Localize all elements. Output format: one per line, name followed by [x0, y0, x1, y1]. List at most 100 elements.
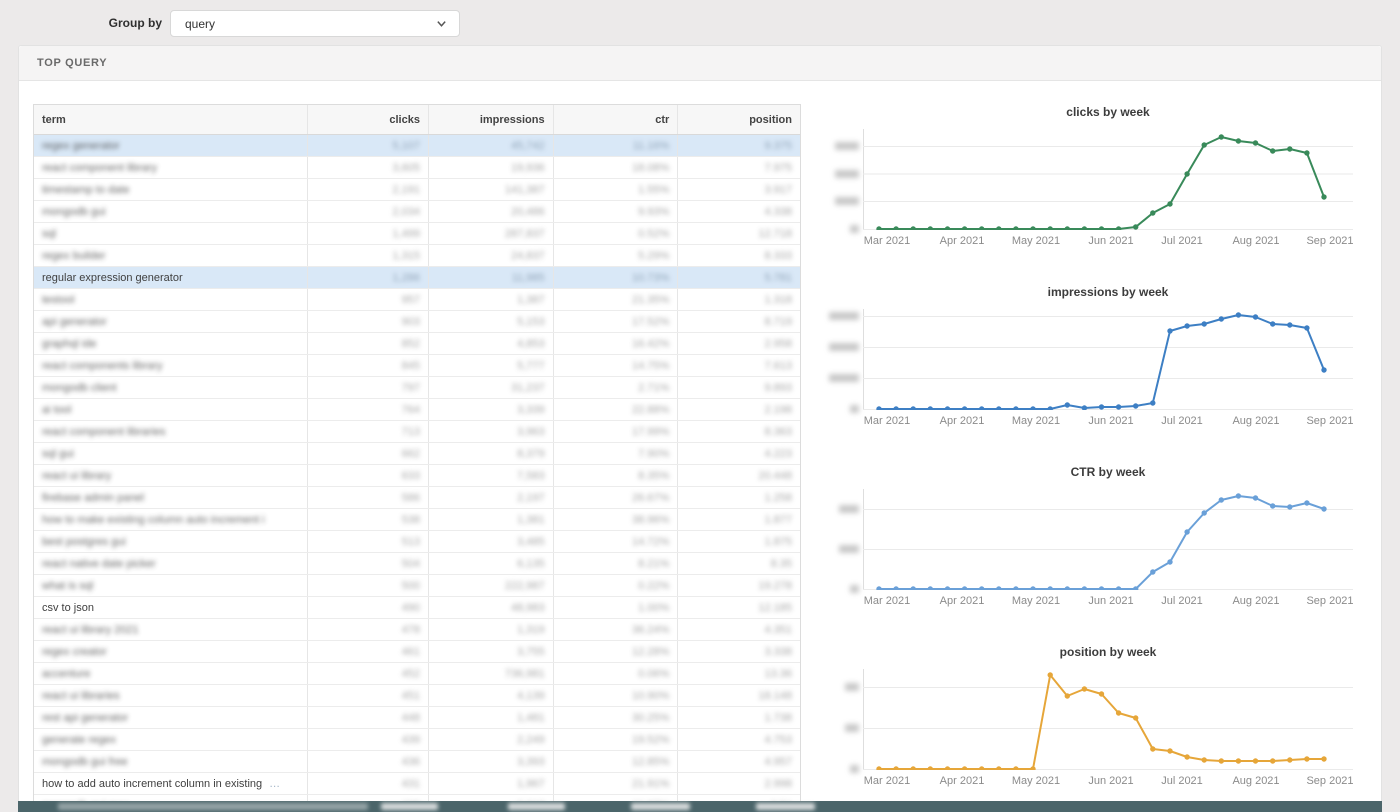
value-cell: 3,339 — [429, 399, 554, 420]
table-row[interactable]: react ui library6337,5838.35%20.448 — [34, 465, 800, 487]
value-cell: 14.72% — [554, 531, 679, 552]
value-cell: 11,985 — [429, 267, 554, 288]
table-row[interactable]: timestamp to date2,191141,3871.55%3.917 — [34, 179, 800, 201]
value-cell: 662 — [308, 443, 429, 464]
term-cell: rest api generator — [34, 707, 308, 728]
table-row[interactable]: regular expression generator1,28611,9851… — [34, 267, 800, 289]
table-row[interactable]: mongodb gui free4363,39312.85%4.957 — [34, 751, 800, 773]
chart-impressions-by-week: impressions by weekMar 2021Apr 2021May 2… — [833, 285, 1353, 465]
value-cell: 5.29% — [554, 245, 679, 266]
table-row[interactable]: what is sql500222,9870.22%19.278 — [34, 575, 800, 597]
term-cell: mongodb gui — [34, 201, 308, 222]
term-cell: ai tool — [34, 399, 308, 420]
x-axis-tick-label: Aug 2021 — [1232, 775, 1279, 787]
table-row[interactable]: accenture452736,9810.06%13.36 — [34, 663, 800, 685]
x-axis-tick-label: May 2021 — [1012, 415, 1060, 427]
y-axis-label-redacted — [839, 545, 859, 553]
column-header-clicks: clicks — [308, 105, 429, 134]
top-query-panel: TOP QUERY termclicksimpressionsctrpositi… — [18, 45, 1382, 812]
table-row[interactable]: firebase admin panel5862,19726.67%1.258 — [34, 487, 800, 509]
table-row[interactable]: how to add auto increment column in exis… — [34, 773, 800, 795]
value-cell: 1,286 — [308, 267, 429, 288]
table-row[interactable]: react components library8455,77714.75%7.… — [34, 355, 800, 377]
value-cell: 9.375 — [678, 135, 800, 156]
value-cell: 17.52% — [554, 311, 679, 332]
value-cell: 478 — [308, 619, 429, 640]
chart-CTR-by-week: CTR by weekMar 2021Apr 2021May 2021Jun 2… — [833, 465, 1353, 645]
table-row[interactable]: api generator9035,15317.52%8.719 — [34, 311, 800, 333]
y-axis-label-redacted — [839, 505, 859, 513]
term-cell: regex builder — [34, 245, 308, 266]
table-row[interactable]: best postgres gui5133,48514.72%1.875 — [34, 531, 800, 553]
table-row[interactable]: regex builder1,31524,8375.29%8.333 — [34, 245, 800, 267]
chart-title: CTR by week — [863, 465, 1353, 479]
table-row[interactable]: regex creator4613,75512.28%3.338 — [34, 641, 800, 663]
table-row[interactable]: graphql ide8524,85316.42%2.958 — [34, 333, 800, 355]
value-cell: 1.55% — [554, 179, 679, 200]
value-cell: 633 — [308, 465, 429, 486]
term-cell: mongodb client — [34, 377, 308, 398]
table-row[interactable]: how to make existing column auto increme… — [34, 509, 800, 531]
y-axis-label-redacted — [850, 765, 859, 773]
value-cell: 8.35 — [678, 553, 800, 574]
chart-plot — [863, 489, 1353, 590]
value-cell: 5,107 — [308, 135, 429, 156]
table-row[interactable]: react component library3,60519,93618.08%… — [34, 157, 800, 179]
value-cell: 8.363 — [678, 421, 800, 442]
truncation-ellipsis: … — [269, 778, 281, 790]
table-row[interactable]: regex generator5,10745,74211.16%9.375 — [34, 135, 800, 157]
term-cell: regular expression generator — [34, 267, 308, 288]
value-cell: 1,315 — [308, 245, 429, 266]
y-axis-label-redacted — [850, 585, 859, 593]
value-cell: 141,387 — [429, 179, 554, 200]
table-row[interactable]: testool9571,38721.35%1.318 — [34, 289, 800, 311]
value-cell: 222,987 — [429, 575, 554, 596]
value-cell: 504 — [308, 553, 429, 574]
y-axis-label-redacted — [829, 343, 859, 351]
table-row[interactable]: sql gui6628,3797.90%4.223 — [34, 443, 800, 465]
value-cell: 16.42% — [554, 333, 679, 354]
value-cell: 4,139 — [429, 685, 554, 706]
chart-plot — [863, 669, 1353, 770]
table-row[interactable]: mongodb client79731,2372.71%9.893 — [34, 377, 800, 399]
value-cell: 7.613 — [678, 355, 800, 376]
chart-plot — [863, 309, 1353, 410]
term-cell: regex generator — [34, 135, 308, 156]
x-axis-tick-label: Aug 2021 — [1232, 235, 1279, 247]
value-cell: 1.258 — [678, 487, 800, 508]
value-cell: 2,191 — [308, 179, 429, 200]
table-row[interactable]: sql1,499287,8370.52%12.718 — [34, 223, 800, 245]
column-header-impressions: impressions — [429, 105, 554, 134]
panel-header: TOP QUERY — [19, 46, 1381, 81]
table-row[interactable]: react native date picker5046,1358.21%8.3… — [34, 553, 800, 575]
value-cell: 736,981 — [429, 663, 554, 684]
x-axis-tick-label: May 2021 — [1012, 595, 1060, 607]
value-cell: 1.877 — [678, 509, 800, 530]
table-row[interactable]: mongodb gui2,03420,4869.93%4.338 — [34, 201, 800, 223]
value-cell: 0.06% — [554, 663, 679, 684]
table-row[interactable]: react ui libraries4514,13910.90%18.148 — [34, 685, 800, 707]
table-row[interactable]: react component libraries7133,96317.99%8… — [34, 421, 800, 443]
value-cell: 3,393 — [429, 751, 554, 772]
value-cell: 18.08% — [554, 157, 679, 178]
value-cell: 797 — [308, 377, 429, 398]
value-cell: 1.738 — [678, 707, 800, 728]
term-cell: sql — [34, 223, 308, 244]
value-cell: 12.28% — [554, 641, 679, 662]
table-row[interactable]: react ui library 20214781,31936.24%4.351 — [34, 619, 800, 641]
value-cell: 1.318 — [678, 289, 800, 310]
group-by-select[interactable]: query — [170, 10, 460, 37]
chart-title: position by week — [863, 645, 1353, 659]
term-cell: firebase admin panel — [34, 487, 308, 508]
value-cell: 586 — [308, 487, 429, 508]
value-cell: 12.718 — [678, 223, 800, 244]
table-row[interactable]: generate regex4392,24919.52%4.753 — [34, 729, 800, 751]
value-cell: 3,605 — [308, 157, 429, 178]
value-cell: 852 — [308, 333, 429, 354]
table-row[interactable]: csv to json49048,9831.00%12.185 — [34, 597, 800, 619]
table-row[interactable]: rest api generator4481,48130.25%1.738 — [34, 707, 800, 729]
chart-position-by-week: position by weekMar 2021Apr 2021May 2021… — [833, 645, 1353, 812]
table-row[interactable]: ai tool7643,33922.88%2.198 — [34, 399, 800, 421]
panel-title: TOP QUERY — [37, 57, 107, 69]
x-axis-tick-label: Jul 2021 — [1161, 235, 1203, 247]
